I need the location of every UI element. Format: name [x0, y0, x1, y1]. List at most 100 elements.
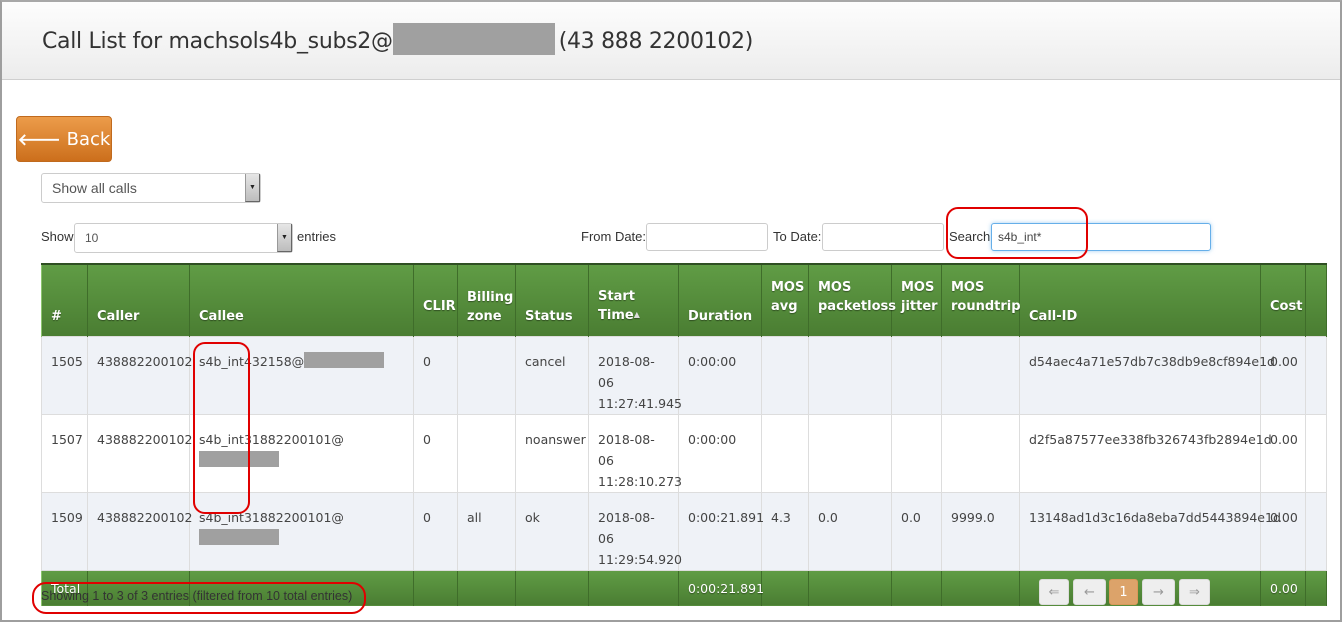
col-header-extra [1305, 264, 1327, 336]
search-value: s4b_int* [998, 230, 1042, 244]
cell-extra [1305, 413, 1327, 493]
cell-mos-roundtrip: 9999.0 [941, 491, 1020, 571]
cell-caller: 438882200102 [87, 413, 192, 493]
from-date-input[interactable] [646, 223, 768, 251]
title-prefix: Call List for machsols4b_subs2@ [42, 29, 393, 54]
table-row[interactable]: 1505 438882200102 s4b_int432158@ 0 cancel 201… [41, 335, 1327, 415]
cell-mos-jitter [891, 335, 942, 415]
footer-total-cost: 0.00 [1260, 570, 1306, 606]
cell-mos-avg: 4.3 [761, 491, 809, 571]
title-suffix: (43 888 2200102) [558, 29, 754, 54]
table-row[interactable]: 1507 438882200102 s4b_int31882200101@ 0 noan… [41, 413, 1327, 493]
col-header-mos-avg[interactable]: MOS avg [761, 264, 809, 336]
arrow-left-icon: 🡐 [17, 130, 61, 149]
col-header-caller[interactable]: Caller [87, 264, 190, 336]
entries-value: 10 [85, 231, 99, 245]
back-button[interactable]: 🡐 Back [16, 116, 112, 162]
cell-clir: 0 [413, 335, 458, 415]
last-page-button[interactable]: ⇒ [1179, 579, 1210, 605]
col-header-start-time[interactable]: Start Time▲ [588, 264, 679, 336]
cell-callee: s4b_int31882200101@ [189, 491, 414, 571]
redacted-domain [304, 352, 385, 368]
dropdown-button[interactable]: ▼ [245, 174, 260, 202]
cell-start-time: 2018-08-06 11:28:10.273 [588, 413, 682, 493]
col-header-clir[interactable]: CLIR [413, 264, 458, 336]
redacted-domain [199, 451, 279, 467]
cell-mos-avg [761, 413, 809, 493]
cell-start-time: 2018-08-06 11:27:41.945 [588, 335, 682, 415]
cell-status: cancel [515, 335, 589, 415]
cell-callee: s4b_int31882200101@ [189, 413, 414, 493]
cell-duration: 0:00:21.891 [678, 491, 764, 571]
cell-cost: 0.00 [1260, 413, 1306, 493]
search-label: Search: [949, 229, 994, 244]
cell-duration: 0:00:00 [678, 413, 762, 493]
first-page-button[interactable]: ⇐ [1039, 579, 1069, 605]
cell-billing-zone: all [457, 491, 516, 571]
col-header-id[interactable]: # [41, 264, 88, 336]
table-info: Showing 1 to 3 of 3 entries (filtered fr… [41, 589, 353, 603]
cell-mos-roundtrip [941, 413, 1020, 493]
cell-mos-packetloss: 0.0 [808, 491, 892, 571]
cell-billing-zone [457, 335, 516, 415]
entries-select[interactable]: 10 ▼ [74, 223, 293, 253]
cell-duration: 0:00:00 [678, 335, 762, 415]
search-input[interactable]: s4b_int* [991, 223, 1211, 251]
cell-mos-roundtrip [941, 335, 1020, 415]
back-label: Back [66, 128, 111, 150]
call-list-table: # Caller Callee CLIR Billing zone Status… [41, 263, 1327, 606]
cell-id: 1505 [41, 335, 88, 415]
cell-callee: s4b_int432158@ [189, 335, 414, 415]
to-date-label: To Date: [773, 229, 822, 244]
call-filter-value: Show all calls [52, 180, 137, 196]
prev-page-button[interactable]: ← [1073, 579, 1106, 605]
col-header-duration[interactable]: Duration [678, 264, 762, 336]
cell-clir: 0 [413, 491, 458, 571]
col-header-status[interactable]: Status [515, 264, 589, 336]
col-header-cost[interactable]: Cost [1260, 264, 1306, 336]
table-row[interactable]: 1509 438882200102 s4b_int31882200101@ 0 all o… [41, 491, 1327, 571]
show-label: Show [41, 229, 74, 244]
from-date-label: From Date: [581, 229, 647, 244]
call-filter-select[interactable]: Show all calls ▼ [41, 173, 261, 203]
page-title: Call List for machsols4b_subs2@ (43 888 2… [42, 23, 754, 58]
to-date-input[interactable] [822, 223, 944, 251]
next-page-button[interactable]: → [1142, 579, 1175, 605]
col-header-call-id[interactable]: Call-ID [1019, 264, 1261, 336]
chevron-down-icon: ▼ [249, 184, 256, 191]
col-header-mos-jitter[interactable]: MOS jitter [891, 264, 942, 336]
cell-mos-jitter: 0.0 [891, 491, 942, 571]
cell-cost: 0.00 [1260, 491, 1306, 571]
col-header-callee[interactable]: Callee [189, 264, 414, 336]
cell-status: ok [515, 491, 589, 571]
cell-id: 1507 [41, 413, 88, 493]
cell-clir: 0 [413, 413, 458, 493]
col-header-mos-packetloss[interactable]: MOS packetloss [808, 264, 896, 336]
cell-call-id: d54aec4a71e57db7c38db9e8cf894e1d [1019, 335, 1275, 415]
redacted-domain [199, 529, 279, 545]
chevron-down-icon: ▼ [281, 234, 288, 241]
cell-start-time: 2018-08-06 11:29:54.920 [588, 491, 682, 571]
cell-id: 1509 [41, 491, 88, 571]
page-1-button[interactable]: 1 [1109, 579, 1138, 605]
col-header-billing-zone[interactable]: Billing zone [457, 264, 516, 336]
cell-caller: 438882200102 [87, 491, 192, 571]
redacted-domain [392, 23, 555, 55]
cell-caller: 438882200102 [87, 335, 192, 415]
cell-mos-jitter [891, 413, 942, 493]
cell-billing-zone [457, 413, 516, 493]
cell-cost: 0.00 [1260, 335, 1306, 415]
cell-mos-avg [761, 335, 809, 415]
cell-extra [1305, 335, 1327, 415]
footer-total-duration: 0:00:21.891 [678, 570, 764, 606]
cell-mos-packetloss [808, 335, 892, 415]
table-header-row: # Caller Callee CLIR Billing zone Status… [41, 264, 1327, 336]
cell-call-id: 13148ad1d3c16da8eba7dd5443894e1d [1019, 491, 1281, 571]
sort-ascending-icon: ▲ [633, 309, 640, 319]
dropdown-button[interactable]: ▼ [277, 224, 292, 252]
entries-label: entries [297, 229, 337, 244]
cell-extra [1305, 491, 1327, 571]
col-header-mos-roundtrip[interactable]: MOS roundtrip [941, 264, 1021, 336]
cell-call-id: d2f5a87577ee338fb326743fb2894e1d [1019, 413, 1272, 493]
cell-mos-packetloss [808, 413, 892, 493]
